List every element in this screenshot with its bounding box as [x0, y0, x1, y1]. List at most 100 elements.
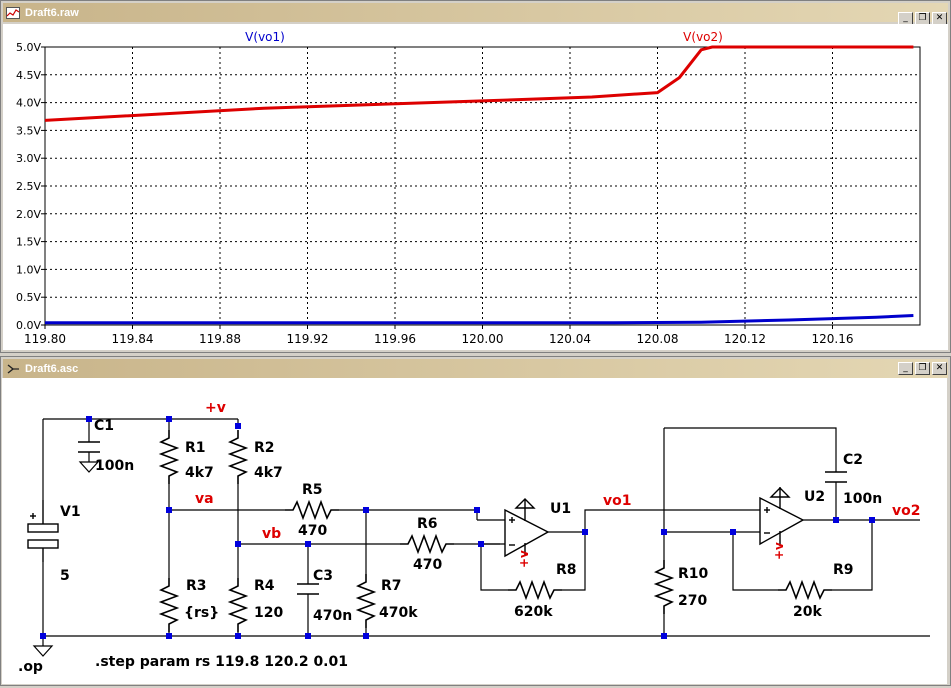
- net-label-va: va: [195, 491, 214, 507]
- waveform-chart[interactable]: 0.0V 0.5V 1.0V 1.5V 2.0V 2.5V 3.0V 3.5V 4.0V 4.5V…: [3, 24, 948, 350]
- legend-vo1: V(vo1): [245, 30, 285, 44]
- y-tick-label: 1.0V: [16, 263, 41, 276]
- x-tick-label: 119.80: [24, 332, 66, 346]
- waveform-icon: [5, 6, 21, 20]
- capacitor-c3[interactable]: [297, 583, 319, 595]
- x-tick-label: 119.84: [112, 332, 154, 346]
- x-tick-label: 120.12: [724, 332, 766, 346]
- y-tick-label: 4.5V: [16, 69, 41, 82]
- net-label-pv: +v: [205, 400, 226, 416]
- y-axis-ticks: 0.0V 0.5V 1.0V 1.5V 2.0V 2.5V 3.0V 3.5V 4.0V 4.5V…: [16, 41, 45, 332]
- resistor-r7[interactable]: [357, 573, 375, 629]
- c1-value: 100n: [95, 458, 134, 474]
- resistor-r8[interactable]: [507, 581, 563, 599]
- net-label-vb: vb: [262, 526, 281, 542]
- r5-ref: R5: [302, 482, 323, 498]
- u1-ref: U1: [550, 501, 571, 517]
- y-tick-label: 3.5V: [16, 124, 41, 137]
- capacitor-c1[interactable]: [78, 441, 100, 453]
- chart-grid: [44, 46, 920, 326]
- y-tick-label: 2.0V: [16, 208, 41, 221]
- x-tick-label: 119.88: [199, 332, 241, 346]
- y-tick-label: 0.0V: [16, 319, 41, 332]
- c3-ref: C3: [313, 568, 333, 584]
- x-tick-label: 120.08: [637, 332, 679, 346]
- y-tick-label: 5.0V: [16, 41, 41, 54]
- waveform-plot-area[interactable]: 0.0V 0.5V 1.0V 1.5V 2.0V 2.5V 3.0V 3.5V 4.0V 4.5V…: [3, 24, 948, 350]
- x-tick-label: 120.00: [462, 332, 504, 346]
- x-tick-label: 119.92: [287, 332, 329, 346]
- r4-value: 120: [254, 605, 283, 621]
- u2-supply-label: +v: [772, 542, 786, 560]
- restore-icon: ❐: [918, 13, 927, 23]
- y-tick-label: 4.0V: [16, 97, 41, 110]
- c2-ref: C2: [843, 452, 863, 468]
- chart-series: [44, 45, 914, 325]
- r9-ref: R9: [833, 562, 854, 578]
- v1-ref: V1: [60, 504, 81, 520]
- resistor-r10[interactable]: [655, 559, 673, 615]
- minimize-icon: _: [903, 13, 908, 23]
- resistor-r9[interactable]: [777, 581, 833, 599]
- r10-value: 270: [678, 593, 707, 609]
- v1-value: 5: [60, 568, 70, 584]
- y-tick-label: 3.0V: [16, 152, 41, 165]
- r3-value: {rs}: [184, 605, 219, 621]
- close-icon: ✕: [935, 363, 944, 373]
- junctions: [40, 416, 875, 639]
- x-tick-label: 120.16: [812, 332, 854, 346]
- r8-ref: R8: [556, 562, 577, 578]
- series-line-vo2[interactable]: [44, 45, 914, 122]
- y-tick-label: 0.5V: [16, 291, 41, 304]
- step-directive: .step param rs 119.8 120.2 0.01: [95, 654, 348, 670]
- r6-ref: R6: [417, 516, 438, 532]
- r7-value: 470k: [379, 605, 418, 621]
- r9-value: 20k: [793, 604, 822, 620]
- capacitor-c2[interactable]: [825, 471, 847, 483]
- c2-value: 100n: [843, 491, 882, 507]
- r6-value: 470: [413, 557, 442, 573]
- resistor-r1[interactable]: [160, 429, 178, 485]
- resistor-r6[interactable]: [399, 535, 455, 553]
- plot-window-title: Draft6.raw: [25, 6, 79, 19]
- u1-supply-label: +v: [517, 550, 531, 568]
- r7-ref: R7: [381, 578, 402, 594]
- x-axis-ticks: 119.80 119.84 119.88 119.92 119.96 120.00 120.…: [24, 325, 854, 346]
- y-tick-label: 1.5V: [16, 236, 41, 249]
- close-icon: ✕: [935, 13, 944, 23]
- restore-button[interactable]: ❐: [915, 362, 930, 375]
- resistor-r4[interactable]: [229, 577, 247, 633]
- r1-ref: R1: [185, 440, 206, 456]
- schematic-window-title: Draft6.asc: [25, 362, 79, 375]
- schematic-drawing[interactable]: C1 100n R1 4k7 R2 4k7 V1 5 R3 {rs} R4 12…: [2, 378, 947, 684]
- r4-ref: R4: [254, 578, 275, 594]
- r10-ref: R10: [678, 566, 709, 582]
- close-button[interactable]: ✕: [932, 362, 947, 375]
- schematic-window-controls: _ ❐ ✕: [898, 362, 947, 375]
- opamp-u2[interactable]: [759, 487, 805, 546]
- c1-ref: C1: [94, 418, 114, 434]
- x-tick-label: 119.96: [374, 332, 416, 346]
- minimize-icon: _: [903, 363, 908, 373]
- schematic-canvas[interactable]: C1 100n R1 4k7 R2 4k7 V1 5 R3 {rs} R4 12…: [2, 378, 947, 684]
- resistor-r2[interactable]: [229, 429, 247, 485]
- op-directive: .op: [18, 659, 43, 675]
- minimize-button[interactable]: _: [898, 362, 913, 375]
- net-label-vo2: vo2: [892, 503, 921, 519]
- series-line-vo1[interactable]: [45, 314, 914, 325]
- schematic-icon: [5, 362, 21, 376]
- r5-value: 470: [298, 523, 327, 539]
- opamp-u1[interactable]: [504, 498, 550, 558]
- resistor-r3[interactable]: [160, 577, 178, 633]
- x-tick-label: 120.04: [549, 332, 591, 346]
- r1-value: 4k7: [185, 465, 214, 481]
- y-tick-label: 2.5V: [16, 180, 41, 193]
- restore-icon: ❐: [918, 363, 927, 373]
- voltage-source-v1[interactable]: [27, 500, 59, 562]
- schematic-window-titlebar[interactable]: Draft6.asc: [3, 359, 948, 378]
- plot-window: Draft6.raw _ ❐ ✕ 0.0V 0.5V 1.0V 1.5V 2.0V 2.5…: [0, 0, 951, 353]
- plot-window-titlebar[interactable]: Draft6.raw: [3, 3, 948, 22]
- r2-value: 4k7: [254, 465, 283, 481]
- net-label-vo1: vo1: [603, 493, 632, 509]
- resistor-r5[interactable]: [284, 501, 340, 519]
